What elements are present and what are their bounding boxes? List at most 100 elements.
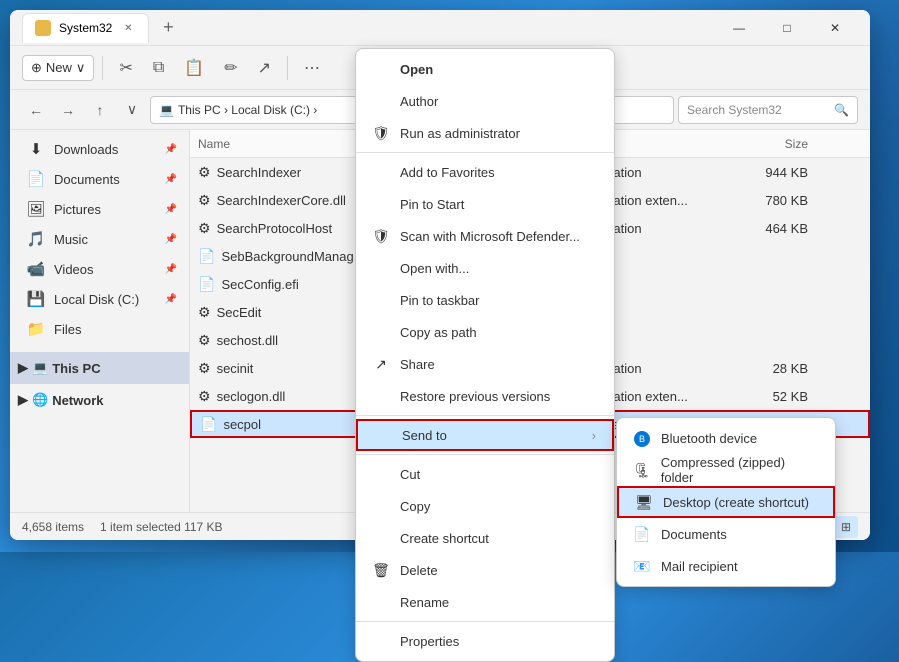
file-icon: 📄	[198, 248, 215, 265]
menu-item-cut[interactable]: Cut	[356, 458, 614, 490]
menu-label-share: Share	[400, 357, 435, 372]
sidebar-label-pictures: Pictures	[54, 202, 101, 217]
pin-icon-localdisk: 📌	[165, 294, 177, 305]
menu-item-pintaskbar[interactable]: Pin to taskbar	[356, 284, 614, 316]
file-icon: ⚙	[198, 360, 211, 377]
detail-view-button[interactable]: ⊞	[834, 516, 858, 538]
file-size: 28 KB	[728, 361, 808, 376]
sidebar-item-localdisk[interactable]: 💾 Local Disk (C:) 📌	[10, 284, 189, 314]
menu-label-pinstart: Pin to Start	[400, 197, 464, 212]
menu-item-author[interactable]: Author	[356, 85, 614, 117]
col-header-size[interactable]: Size	[728, 137, 808, 151]
submenu-item-documents[interactable]: 📄 Documents	[617, 518, 835, 550]
menu-item-rename[interactable]: Rename	[356, 586, 614, 618]
sidebar-label-localdisk: Local Disk (C:)	[54, 292, 139, 307]
file-icon: ⚙	[198, 192, 211, 209]
search-box[interactable]: Search System32 🔍	[678, 96, 858, 124]
new-tab-button[interactable]: +	[153, 13, 183, 43]
file-size: 780 KB	[728, 193, 808, 208]
videos-icon: 📹	[26, 260, 46, 278]
rename-icon: ✏	[224, 58, 237, 78]
menu-item-properties[interactable]: Properties	[356, 625, 614, 657]
sidebar-section-thispc[interactable]: ▶ 💻 This PC	[10, 352, 189, 384]
sidebar-label-files: Files	[54, 322, 81, 337]
sidebar-item-pictures[interactable]: 🖼 Pictures 📌	[10, 194, 189, 224]
sidebar-section-network[interactable]: ▶ 🌐 Network	[10, 384, 189, 416]
menu-item-createshortcut[interactable]: Create shortcut	[356, 522, 614, 554]
pin-icon-music: 📌	[165, 234, 177, 245]
paste-button[interactable]: 📋	[176, 54, 212, 82]
menu-label-restore: Restore previous versions	[400, 389, 550, 404]
new-icon: ⊕	[31, 60, 42, 76]
new-button[interactable]: ⊕ New ∨	[22, 55, 94, 81]
menu-item-favorites[interactable]: Add to Favorites	[356, 156, 614, 188]
menu-label-copypath: Copy as path	[400, 325, 477, 340]
copy-icon: ⧉	[153, 59, 164, 77]
new-label: New	[46, 60, 72, 75]
sidebar-item-music[interactable]: 🎵 Music 📌	[10, 224, 189, 254]
scan-icon: 🛡	[372, 228, 390, 245]
pictures-icon: 🖼	[26, 200, 46, 218]
menu-item-restore[interactable]: Restore previous versions	[356, 380, 614, 412]
menu-label-runas: Run as administrator	[400, 126, 520, 141]
menu-label-rename: Rename	[400, 595, 449, 610]
sidebar-label-downloads: Downloads	[54, 142, 118, 157]
sidebar-item-videos[interactable]: 📹 Videos 📌	[10, 254, 189, 284]
menu-item-runas[interactable]: 🛡 Run as administrator	[356, 117, 614, 149]
menu-item-copy[interactable]: Copy	[356, 490, 614, 522]
search-placeholder: Search System32	[687, 103, 782, 117]
maximize-button[interactable]: □	[764, 13, 810, 43]
menu-label-open: Open	[400, 62, 433, 77]
submenu-label-compressed: Compressed (zipped) folder	[661, 455, 819, 485]
sidebar-label-documents: Documents	[54, 172, 120, 187]
forward-button[interactable]: →	[54, 96, 82, 124]
minimize-button[interactable]: —	[716, 13, 762, 43]
submenu-item-mail[interactable]: 📧 Mail recipient	[617, 550, 835, 582]
file-icon-secpol: 📄	[200, 416, 217, 433]
pin-icon-downloads: 📌	[165, 144, 177, 155]
docs-icon: 📄	[633, 526, 651, 543]
sidebar-item-files[interactable]: 📁 Files	[10, 314, 189, 344]
copy-button[interactable]: ⧉	[145, 55, 172, 81]
sidebar-item-downloads[interactable]: ⬇ Downloads 📌	[10, 134, 189, 164]
close-button[interactable]: ✕	[812, 13, 858, 43]
menu-label-scan: Scan with Microsoft Defender...	[400, 229, 580, 244]
expand-thispc-icon: ▶	[18, 360, 28, 376]
submenu-label-bluetooth: Bluetooth device	[661, 431, 757, 446]
localdisk-icon: 💾	[26, 290, 46, 308]
more-button[interactable]: ⋯	[296, 54, 328, 82]
menu-item-pinstart[interactable]: Pin to Start	[356, 188, 614, 220]
thispc-icon: 💻	[32, 360, 48, 376]
menu-item-sendto[interactable]: Send to › B Bluetooth device 🗜 Compresse…	[356, 419, 614, 451]
share-button[interactable]: ↗	[250, 54, 279, 82]
menu-item-delete[interactable]: 🗑 Delete	[356, 554, 614, 586]
submenu-item-compressed[interactable]: 🗜 Compressed (zipped) folder	[617, 454, 835, 486]
sidebar-item-documents[interactable]: 📄 Documents 📌	[10, 164, 189, 194]
path-pc-icon: 💻	[159, 103, 174, 117]
tab-system32[interactable]: System32 ✕	[22, 13, 149, 43]
rename-button[interactable]: ✏	[216, 54, 245, 82]
menu-item-share[interactable]: ↗ Share	[356, 348, 614, 380]
menu-item-copypath[interactable]: Copy as path	[356, 316, 614, 348]
file-icon: 📄	[198, 276, 215, 293]
menu-item-open[interactable]: Open	[356, 53, 614, 85]
cut-button[interactable]: ✂	[111, 54, 140, 82]
menu-item-openwith[interactable]: Open with...	[356, 252, 614, 284]
menu-item-scan[interactable]: 🛡 Scan with Microsoft Defender...	[356, 220, 614, 252]
back-button[interactable]: ←	[22, 96, 50, 124]
menu-sep-4	[356, 621, 614, 622]
tab-folder-icon	[35, 20, 51, 36]
file-icon: ⚙	[198, 304, 211, 321]
shield-icon: 🛡	[372, 125, 390, 142]
up-button[interactable]: ↑	[86, 96, 114, 124]
menu-label-pintaskbar: Pin to taskbar	[400, 293, 480, 308]
file-icon: ⚙	[198, 388, 211, 405]
mail-icon: 📧	[633, 558, 651, 575]
menu-label-openwith: Open with...	[400, 261, 469, 276]
sidebar-label-videos: Videos	[54, 262, 94, 277]
tab-close-button[interactable]: ✕	[120, 20, 136, 36]
files-icon: 📁	[26, 320, 46, 338]
submenu-item-bluetooth[interactable]: B Bluetooth device	[617, 422, 835, 454]
submenu-item-desktop[interactable]: 🖥 Desktop (create shortcut)	[617, 486, 835, 518]
recent-button[interactable]: ∨	[118, 96, 146, 124]
